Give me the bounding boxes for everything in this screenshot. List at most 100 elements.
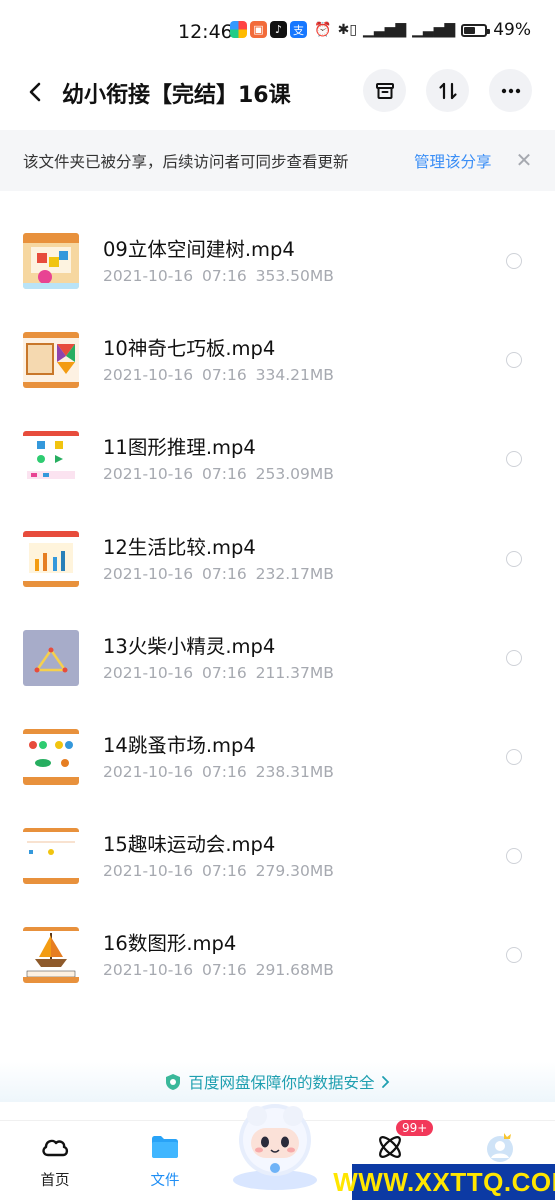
select-checkbox[interactable]	[506, 550, 522, 567]
page-title: 幼小衔接【完结】16课	[62, 83, 291, 108]
manage-share-link[interactable]: 管理该分享	[414, 150, 492, 172]
shield-icon	[166, 1074, 181, 1090]
file-name: 16数图形.mp4	[103, 932, 237, 956]
alarm-icon: ⏰	[314, 22, 332, 38]
ai-assistant-mascot[interactable]	[225, 1092, 325, 1192]
notification-badge: 99+	[396, 1120, 434, 1136]
status-app-icons: ▣ ♪ 支	[230, 21, 307, 38]
battery-percent: 49%	[493, 20, 531, 40]
avatar-icon	[487, 1133, 513, 1162]
alipay-icon: 支	[290, 21, 307, 38]
select-checkbox[interactable]	[506, 748, 522, 765]
security-note-text: 百度网盘保障你的数据安全	[188, 1074, 375, 1092]
tab-files[interactable]: 文件	[125, 1121, 205, 1201]
watermark-banner: WWW.XXTTQ.COM	[333, 1164, 555, 1200]
video-thumbnail	[23, 927, 79, 984]
atom-icon	[379, 1136, 401, 1158]
file-date: 2021-10-16 07:16	[103, 862, 247, 881]
file-size: 353.50MB	[255, 267, 334, 285]
file-row[interactable]: 15趣味运动会.mp4 2021-10-16 07:16 279.30MB	[0, 806, 555, 905]
sort-button[interactable]	[426, 69, 469, 112]
share-notice-text: 该文件夹已被分享，后续访问者可同步查看更新	[23, 153, 349, 171]
tiktok-icon: ♪	[270, 21, 287, 38]
file-name: 10神奇七巧板.mp4	[103, 337, 276, 361]
app-notification-icon: ▣	[250, 21, 267, 38]
file-meta: 2021-10-16 07:16 291.68MB	[103, 961, 334, 979]
select-checkbox[interactable]	[506, 947, 522, 964]
tab-home[interactable]: 首页	[15, 1121, 95, 1201]
file-name: 11图形推理.mp4	[103, 436, 256, 460]
status-indicators: ⏰ ✱▯ ▁▃▅▇ ▁▃▅▇ 49%	[314, 20, 531, 40]
share-notice-banner: 该文件夹已被分享，后续访问者可同步查看更新 管理该分享 ✕	[0, 130, 555, 191]
status-time: 12:46	[178, 21, 233, 43]
file-size: 291.68MB	[255, 961, 334, 980]
file-meta: 2021-10-16 07:16 253.09MB	[103, 465, 334, 483]
file-size: 238.31MB	[255, 762, 334, 781]
video-thumbnail	[23, 332, 79, 389]
folder-icon	[152, 1136, 178, 1158]
video-thumbnail	[23, 629, 79, 686]
file-date: 2021-10-16 07:16	[103, 961, 247, 980]
select-checkbox[interactable]	[506, 253, 522, 269]
video-thumbnail	[23, 530, 79, 587]
file-date: 2021-10-16 07:16	[103, 564, 247, 583]
video-thumbnail	[23, 828, 79, 885]
chevron-left-icon	[29, 82, 41, 102]
bluetooth-battery-icon: ✱▯	[337, 22, 358, 38]
file-meta: 2021-10-16 07:16 279.30MB	[103, 862, 334, 880]
archive-icon	[375, 82, 394, 99]
file-list: 09立体空间建树.mp4 2021-10-16 07:16 353.50MB 1…	[0, 211, 555, 1005]
file-size: 334.21MB	[255, 366, 334, 385]
archive-button[interactable]	[363, 69, 406, 112]
cloud-icon	[42, 1139, 69, 1157]
file-meta: 2021-10-16 07:16 334.21MB	[103, 366, 334, 384]
file-name: 15趣味运动会.mp4	[103, 833, 276, 857]
chevron-right-icon	[381, 1076, 389, 1088]
top-bar: 幼小衔接【完结】16课	[0, 62, 555, 128]
file-meta: 2021-10-16 07:16 238.31MB	[103, 763, 334, 781]
file-meta: 2021-10-16 07:16 211.37MB	[103, 664, 334, 682]
file-size: 232.17MB	[255, 564, 334, 583]
select-checkbox[interactable]	[506, 352, 522, 369]
file-row[interactable]: 16数图形.mp4 2021-10-16 07:16 291.68MB	[0, 905, 555, 1004]
battery-icon	[461, 23, 491, 37]
file-name: 09立体空间建树.mp4	[103, 238, 295, 261]
signal-icon: ▁▃▅▇	[363, 22, 407, 38]
more-icon	[501, 88, 520, 93]
select-checkbox[interactable]	[506, 451, 522, 468]
file-date: 2021-10-16 07:16	[103, 366, 247, 385]
battery-level	[464, 26, 475, 34]
file-date: 2021-10-16 07:16	[103, 762, 247, 781]
file-size: 253.09MB	[255, 465, 334, 484]
file-size: 279.30MB	[255, 862, 334, 881]
file-row[interactable]: 10神奇七巧板.mp4 2021-10-16 07:16 334.21MB	[0, 310, 555, 409]
close-icon[interactable]: ✕	[510, 146, 538, 174]
file-name: 13火柴小精灵.mp4	[103, 634, 276, 658]
app-notification-icon	[230, 21, 247, 38]
file-date: 2021-10-16 07:16	[103, 465, 247, 484]
file-name: 14跳蚤市场.mp4	[103, 733, 256, 757]
file-row[interactable]: 09立体空间建树.mp4 2021-10-16 07:16 353.50MB	[0, 211, 555, 310]
tab-files-label: 文件	[150, 1173, 180, 1189]
select-checkbox[interactable]	[506, 649, 522, 666]
file-row[interactable]: 13火柴小精灵.mp4 2021-10-16 07:16 211.37MB	[0, 608, 555, 707]
file-date: 2021-10-16 07:16	[103, 663, 247, 682]
video-thumbnail	[23, 728, 79, 785]
mascot-icon	[233, 1104, 317, 1190]
video-thumbnail	[23, 233, 79, 289]
file-size: 211.37MB	[255, 663, 334, 682]
select-checkbox[interactable]	[506, 848, 522, 865]
file-meta: 2021-10-16 07:16 232.17MB	[103, 565, 334, 583]
file-meta: 2021-10-16 07:16 353.50MB	[103, 267, 334, 285]
file-row[interactable]: 11图形推理.mp4 2021-10-16 07:16 253.09MB	[0, 409, 555, 508]
file-row[interactable]: 14跳蚤市场.mp4 2021-10-16 07:16 238.31MB	[0, 707, 555, 806]
file-name: 12生活比较.mp4	[103, 535, 256, 559]
signal-icon: ▁▃▅▇	[412, 22, 456, 38]
tab-home-label: 首页	[40, 1173, 70, 1189]
file-date: 2021-10-16 07:16	[103, 267, 247, 285]
status-bar: 12:46 ▣ ♪ 支 ⏰ ✱▯ ▁▃▅▇ ▁▃▅▇ 49%	[0, 0, 555, 62]
sort-icon	[438, 82, 457, 99]
back-button[interactable]	[20, 76, 52, 108]
file-row[interactable]: 12生活比较.mp4 2021-10-16 07:16 232.17MB	[0, 509, 555, 608]
more-button[interactable]	[489, 69, 532, 112]
